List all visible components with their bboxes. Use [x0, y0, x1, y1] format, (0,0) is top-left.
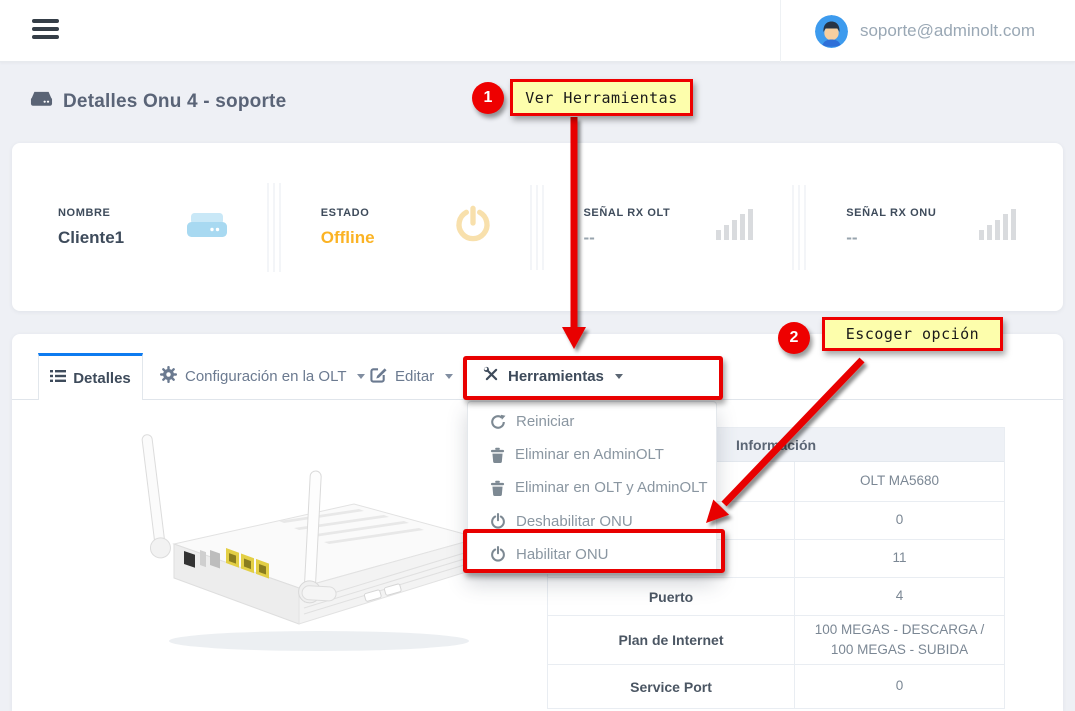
signal-bars-icon [977, 208, 1017, 247]
power-icon [454, 205, 492, 250]
tools-icon [483, 366, 500, 387]
step-1-badge: 1 [472, 82, 504, 114]
menu-icon[interactable] [32, 19, 60, 43]
stat-senal-rx-olt: SEÑAL RX OLT -- [538, 207, 801, 248]
stat-label: SEÑAL RX OLT [584, 207, 671, 219]
stat-senal-rx-onu: SEÑAL RX ONU -- [800, 207, 1063, 248]
stat-nombre: NOMBRE Cliente1 [12, 207, 275, 248]
edit-icon [370, 366, 387, 387]
stat-label: ESTADO [321, 207, 375, 219]
power-icon [490, 546, 506, 562]
signal-bars-icon [714, 208, 754, 247]
tab-configuracion-olt[interactable]: Configuración en la OLT [160, 353, 365, 400]
menu-item-reiniciar[interactable]: Reiniciar [468, 405, 716, 438]
stat-value: Cliente1 [58, 228, 124, 248]
hdd-icon [30, 90, 53, 113]
router-icon [185, 210, 229, 245]
chevron-down-icon [445, 374, 453, 379]
refresh-icon [490, 414, 506, 430]
herramientas-dropdown: Reiniciar Eliminar en AdminOLT Eliminar … [467, 401, 717, 574]
onu-product-image [54, 416, 492, 666]
stat-label: NOMBRE [58, 207, 124, 219]
tab-detalles[interactable]: Detalles [38, 353, 143, 400]
top-navbar: soporte@adminolt.com [0, 0, 1075, 62]
user-email: soporte@adminolt.com [860, 21, 1035, 41]
menu-item-eliminar-olt-adminolt[interactable]: Eliminar en OLT y AdminOLT [468, 471, 716, 504]
menu-item-habilitar-onu[interactable]: Habilitar ONU [468, 538, 716, 571]
list-icon [50, 369, 66, 387]
trash-icon [490, 480, 505, 496]
step-2-badge: 2 [778, 322, 810, 354]
menu-item-deshabilitar-onu[interactable]: Deshabilitar ONU [468, 505, 716, 538]
trash-icon [490, 447, 505, 463]
stat-value: -- [846, 228, 936, 248]
chevron-down-icon [615, 374, 623, 379]
user-menu[interactable]: soporte@adminolt.com [780, 0, 1075, 62]
page-title: Detalles Onu 4 - soporte [30, 90, 286, 113]
power-icon [490, 513, 506, 529]
stat-estado: ESTADO Offline [275, 205, 538, 250]
table-row: Plan de Internet 100 MEGAS - DESCARGA / … [548, 616, 1004, 665]
table-row: Puerto 4 [548, 578, 1004, 616]
stat-value: Offline [321, 228, 375, 248]
step-2-label: Escoger opción [822, 317, 1003, 351]
tab-herramientas[interactable]: Herramientas [483, 353, 623, 400]
tab-editar[interactable]: Editar [370, 353, 453, 400]
step-1-label: Ver Herramientas [510, 79, 693, 116]
menu-item-eliminar-adminolt[interactable]: Eliminar en AdminOLT [468, 438, 716, 471]
table-row: Service Port 0 [548, 665, 1004, 708]
stat-label: SEÑAL RX ONU [846, 207, 936, 219]
gear-icon [160, 366, 177, 387]
onu-status-card: NOMBRE Cliente1 ESTADO Offline SEÑAL RX … [12, 143, 1063, 311]
user-avatar [815, 15, 848, 48]
chevron-down-icon [357, 374, 365, 379]
stat-value: -- [584, 228, 671, 248]
